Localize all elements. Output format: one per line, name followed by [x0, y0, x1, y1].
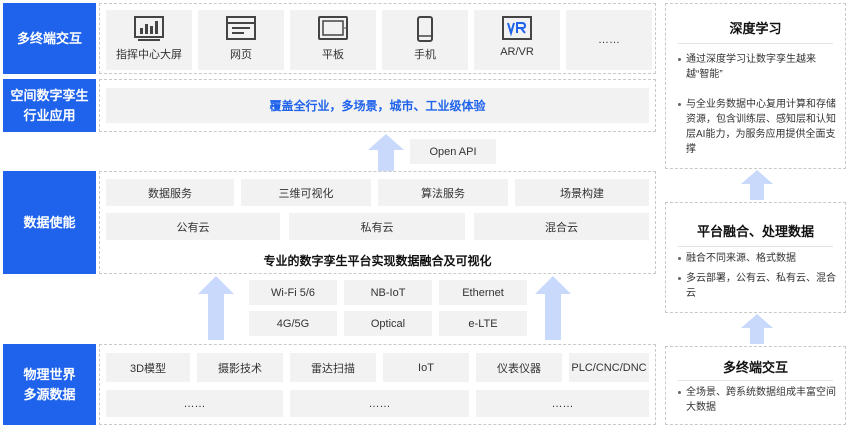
interaction-title: 多终端交互: [722, 360, 788, 375]
deep-learning-bullet: 通过深度学习让数字孪生越来越“智能”: [678, 52, 838, 82]
source-more-tile: ……: [476, 390, 649, 417]
interaction-panel: 多终端交互 全场景、跨系统数据组成丰富空间大数据: [665, 346, 846, 425]
device-arvr: AR/VR: [474, 10, 560, 70]
terminal-panel: 指挥中心大屏 网页 平板 手机 AR/VR ……: [99, 3, 656, 74]
protocol-tile: NB-IoT: [344, 280, 432, 305]
source-tile: 仪表仪器: [476, 353, 562, 382]
arrow-up-icon: [741, 314, 773, 344]
cloud-tile: 私有云: [289, 213, 465, 240]
cloud-tile: 公有云: [106, 213, 280, 240]
device-more: ……: [566, 10, 652, 70]
protocol-tile: 4G/5G: [249, 311, 337, 336]
device-phone: 手机: [382, 10, 468, 70]
source-tile: IoT: [383, 353, 469, 382]
fusion-bullet: 多云部署，公有云、私有云、混合云: [678, 273, 836, 299]
protocol-tile: e-LTE: [439, 311, 527, 336]
fusion-title: 平台融合、处理数据: [696, 224, 814, 239]
row-label-physical: 物理世界 多源数据: [3, 344, 96, 425]
divider: [678, 43, 833, 44]
arrow-up-icon: [741, 170, 773, 200]
device-big-screen: 指挥中心大屏: [106, 10, 192, 70]
fusion-panel: 平台融合、处理数据 融合不同来源、格式数据 多云部署，公有云、私有云、混合云: [665, 202, 846, 313]
service-tile: 三维可视化: [241, 179, 371, 206]
device-web: 网页: [198, 10, 284, 70]
data-caption: 专业的数字孪生平台实现数据融合及可视化: [263, 254, 492, 268]
service-tile: 数据服务: [106, 179, 234, 206]
divider: [678, 246, 833, 247]
protocol-tile: Ethernet: [439, 280, 527, 305]
phone-icon: [417, 16, 433, 42]
data-panel: 数据服务 三维可视化 算法服务 场景构建 公有云 私有云 混合云 专业的数字孪生…: [99, 171, 656, 274]
row-label-data: 数据使能: [3, 171, 96, 274]
fusion-bullet: 融合不同来源、格式数据: [678, 251, 838, 266]
arrow-up-icon: [535, 276, 571, 340]
source-tile: 3D模型: [106, 353, 190, 382]
device-tablet: 平板: [290, 10, 376, 70]
source-tile: 摄影技术: [197, 353, 283, 382]
divider: [678, 380, 833, 381]
service-tile: 算法服务: [378, 179, 508, 206]
source-more-tile: ……: [106, 390, 283, 417]
row-label-terminal: 多终端交互: [3, 3, 96, 74]
deep-learning-title: 深度学习: [729, 21, 782, 36]
deep-learning-bullet: 与全业务数据中心复用计算和存储资源，包含训练层、感知层和认知层AI能力，为服务应…: [678, 99, 836, 155]
source-tile: PLC/CNC/DNC: [569, 353, 649, 382]
cloud-tile: 混合云: [474, 213, 649, 240]
industry-panel: 覆盖全行业，多场景，城市、工业级体验: [99, 79, 656, 132]
arrow-up-icon: [368, 134, 404, 172]
vr-headset-icon: [502, 16, 532, 40]
arrow-up-icon: [198, 276, 234, 340]
row-label-industry: 空间数字孪生 行业应用: [3, 79, 96, 132]
source-more-tile: ……: [290, 390, 469, 417]
deep-learning-panel: 深度学习 通过深度学习让数字孪生越来越“智能” 与全业务数据中心复用计算和存储资…: [665, 3, 846, 169]
physical-panel: 3D模型 摄影技术 雷达扫描 IoT 仪表仪器 PLC/CNC/DNC …… ……: [99, 344, 656, 425]
protocol-tile: Optical: [344, 311, 432, 336]
service-tile: 场景构建: [515, 179, 649, 206]
interaction-bullet: 全场景、跨系统数据组成丰富空间大数据: [678, 387, 836, 413]
source-tile: 雷达扫描: [290, 353, 376, 382]
tablet-icon: [318, 16, 348, 40]
open-api-tile: Open API: [410, 139, 496, 164]
browser-window-icon: [226, 16, 256, 40]
industry-banner: 覆盖全行业，多场景，城市、工业级体验: [106, 88, 649, 123]
bar-chart-screen-icon: [134, 16, 164, 41]
protocol-tile: Wi-Fi 5/6: [249, 280, 337, 305]
